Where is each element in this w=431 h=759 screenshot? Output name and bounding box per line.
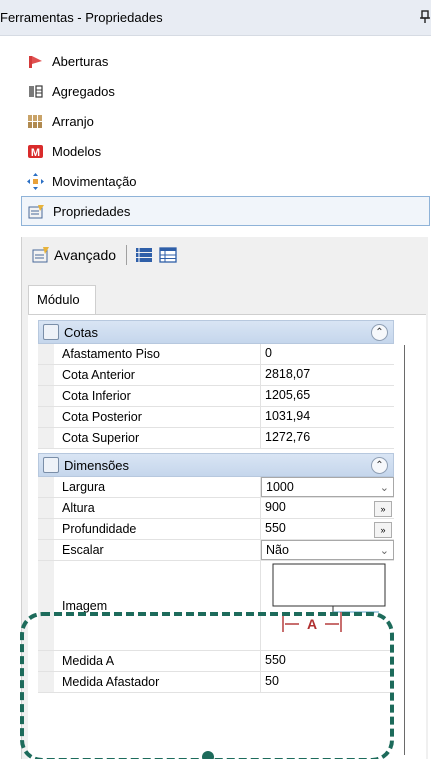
tool-item-label: Agregados	[52, 83, 115, 99]
property-name: Cota Inferior	[54, 386, 261, 406]
property-value[interactable]: 1031,94	[261, 407, 394, 427]
modelos-icon: M	[27, 143, 44, 160]
table-row[interactable]: Afastamento Piso 0	[38, 344, 394, 365]
profundidade-field[interactable]: 550 »	[261, 519, 394, 539]
highlight-anchor-dot	[202, 751, 214, 759]
property-value: 1000	[266, 480, 294, 494]
table-row-escalar[interactable]: Escalar Não ⌄	[38, 540, 394, 561]
largura-select[interactable]: 1000 ⌄	[261, 477, 394, 497]
arranjo-icon	[27, 113, 44, 130]
table-row-imagem: Imagem A	[38, 561, 394, 651]
tool-item-label: Propriedades	[53, 203, 131, 219]
panel-toolbar: Avançado	[22, 237, 428, 273]
property-name: Imagem	[54, 561, 261, 650]
collapse-icon[interactable]: ⌃	[371, 457, 388, 474]
cotas-icon	[43, 324, 59, 340]
table-row[interactable]: Cota Anterior 2818,07	[38, 365, 394, 386]
property-name: Largura	[54, 477, 261, 497]
table-row[interactable]: Cota Posterior 1031,94	[38, 407, 394, 428]
chevron-down-icon[interactable]: ⌄	[380, 544, 389, 557]
advanced-icon	[32, 247, 49, 263]
tool-item-label: Aberturas	[52, 53, 109, 69]
advanced-label: Avançado	[54, 247, 117, 263]
property-name: Afastamento Piso	[54, 344, 261, 364]
property-name: Cota Anterior	[54, 365, 261, 385]
properties-panel: Avançado Módulo Cotas ⌃ Afastamento Piso…	[21, 237, 428, 759]
tool-item-agregados[interactable]: Agregados	[21, 76, 430, 106]
table-row[interactable]: Cota Superior 1272,76	[38, 428, 394, 449]
dimension-label-a: A	[307, 616, 317, 632]
alphabetical-view-icon[interactable]	[159, 246, 177, 264]
dimensoes-icon	[43, 457, 59, 473]
aberturas-icon	[27, 53, 44, 70]
category-title: Dimensões	[64, 457, 130, 473]
pin-icon[interactable]	[419, 10, 431, 24]
tab-modulo[interactable]: Módulo	[28, 285, 96, 315]
table-row-largura[interactable]: Largura 1000 ⌄	[38, 477, 394, 498]
altura-field[interactable]: 900 »	[261, 498, 394, 518]
property-name: Altura	[54, 498, 261, 518]
property-value[interactable]: 50	[261, 672, 394, 692]
propriedades-icon	[28, 203, 45, 220]
expand-button[interactable]: »	[374, 522, 392, 538]
tool-item-label: Movimentação	[52, 173, 137, 189]
property-value[interactable]: 1205,65	[261, 386, 394, 406]
table-row-profundidade[interactable]: Profundidade 550 »	[38, 519, 394, 540]
tool-item-label: Arranjo	[52, 113, 94, 129]
property-name: Medida Afastador	[54, 672, 261, 692]
property-name: Profundidade	[54, 519, 261, 539]
property-name: Cota Posterior	[54, 407, 261, 427]
property-value[interactable]: 550	[261, 651, 394, 671]
scrollbar-track[interactable]	[404, 345, 405, 755]
svg-text:M: M	[31, 147, 40, 159]
movimentacao-icon	[27, 172, 44, 190]
window-title-bar: Ferramentas - Propriedades	[0, 0, 431, 36]
advanced-button[interactable]: Avançado	[32, 246, 116, 264]
tool-item-modelos[interactable]: M Modelos	[21, 136, 430, 166]
property-name: Medida A	[54, 651, 261, 671]
tool-list: Aberturas Agregados Arranjo M Modelos Mo…	[21, 46, 430, 226]
agregados-icon	[27, 83, 44, 100]
tool-item-label: Modelos	[52, 143, 102, 159]
tool-item-aberturas[interactable]: Aberturas	[21, 46, 430, 76]
property-grid: Cotas ⌃ Afastamento Piso 0 Cota Anterior 2…	[38, 320, 394, 693]
dimension-preview-image: A	[261, 561, 394, 650]
property-name: Escalar	[54, 540, 261, 560]
property-value[interactable]: 1272,76	[261, 428, 394, 448]
property-value[interactable]: 0	[261, 344, 394, 364]
category-title: Cotas	[64, 324, 98, 340]
table-row[interactable]: Cota Inferior 1205,65	[38, 386, 394, 407]
table-row-medida-a[interactable]: Medida A 550	[38, 651, 394, 672]
category-dimensoes[interactable]: Dimensões ⌃	[38, 453, 394, 477]
chevron-down-icon[interactable]: ⌄	[380, 481, 389, 494]
toolbar-divider	[126, 245, 128, 265]
tab-content: Cotas ⌃ Afastamento Piso 0 Cota Anterior 2…	[28, 314, 426, 759]
table-row-altura[interactable]: Altura 900 »	[38, 498, 394, 519]
categorized-view-icon[interactable]	[135, 246, 153, 264]
window-title: Ferramentas - Propriedades	[0, 10, 163, 25]
tool-item-arranjo[interactable]: Arranjo	[21, 106, 430, 136]
property-value: 550	[265, 521, 286, 535]
property-value[interactable]: 2818,07	[261, 365, 394, 385]
tool-item-propriedades[interactable]: Propriedades	[21, 196, 430, 226]
tool-item-movimentacao[interactable]: Movimentação	[21, 166, 430, 196]
category-cotas[interactable]: Cotas ⌃	[38, 320, 394, 344]
table-row-medida-afastador[interactable]: Medida Afastador 50	[38, 672, 394, 693]
expand-button[interactable]: »	[374, 501, 392, 517]
property-value: 900	[265, 500, 286, 514]
property-value: Não	[266, 543, 289, 557]
property-name: Cota Superior	[54, 428, 261, 448]
escalar-select[interactable]: Não ⌄	[261, 540, 394, 560]
collapse-icon[interactable]: ⌃	[371, 324, 388, 341]
